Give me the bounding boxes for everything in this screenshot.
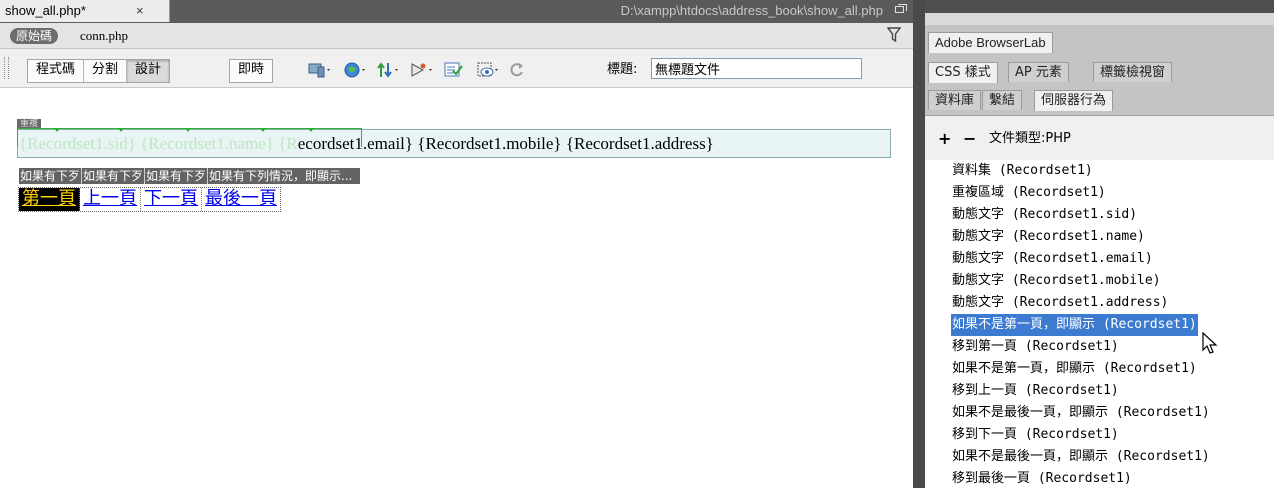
remove-behavior-icon[interactable]: − bbox=[963, 129, 976, 148]
panel-divider[interactable] bbox=[913, 0, 925, 488]
code-view-button[interactable]: 程式碼 bbox=[28, 60, 85, 82]
behavior-item[interactable]: 如果不是最後一頁，即顯示 (Recordset1) bbox=[951, 402, 1211, 424]
show-if-tab[interactable]: 如果有下歹 bbox=[19, 168, 81, 184]
browserlab-tab-strip: Adobe BrowserLab bbox=[925, 25, 1274, 59]
mouse-cursor-icon bbox=[1202, 332, 1218, 354]
behavior-item[interactable]: 動態文字 (Recordset1.email) bbox=[951, 248, 1154, 270]
column-marker bbox=[118, 128, 124, 132]
behavior-item[interactable]: 如果不是最後一頁，即顯示 (Recordset1) bbox=[951, 446, 1211, 468]
server-behaviors-toolbar: + − 文件類型:PHP bbox=[925, 116, 1274, 160]
tab-browserlab[interactable]: Adobe BrowserLab bbox=[928, 32, 1053, 53]
behavior-item[interactable]: 動態文字 (Recordset1.address) bbox=[951, 292, 1169, 314]
title-input[interactable] bbox=[651, 58, 862, 79]
related-files-bar: 原始碼 conn.php bbox=[0, 23, 913, 49]
next-page-link[interactable]: 下一頁 bbox=[141, 188, 202, 211]
database-tab-strip: 資料庫 繫結 伺服器行為 bbox=[925, 86, 1274, 116]
first-page-link[interactable]: 第一頁 bbox=[19, 188, 80, 211]
split-view-button[interactable]: 分割 bbox=[84, 60, 128, 82]
title-label: 標題: bbox=[607, 62, 638, 77]
preview-browser-icon[interactable] bbox=[343, 61, 367, 79]
show-if-tab[interactable]: 如果有下歹 bbox=[81, 168, 144, 184]
multiscreen-icon[interactable] bbox=[308, 61, 332, 79]
live-view-button[interactable]: 即時 bbox=[229, 59, 274, 83]
document-toolbar: 程式碼 分割 設計 即時 標題: 無標題文件 bbox=[0, 49, 913, 88]
show-if-tab[interactable]: 如果有下列情況，即顯示... bbox=[207, 168, 359, 184]
column-marker bbox=[260, 128, 266, 132]
last-page-link[interactable]: 最後一頁 bbox=[202, 188, 280, 211]
behavior-item[interactable]: 動態文字 (Recordset1.name) bbox=[951, 226, 1146, 248]
tab-css-styles[interactable]: CSS 樣式 bbox=[928, 62, 998, 83]
toolbar-grip[interactable] bbox=[4, 57, 9, 79]
document-tab-bar: show_all.php* × D:\xampp\htdocs\address_… bbox=[0, 0, 913, 24]
filter-icon[interactable] bbox=[887, 26, 901, 44]
refresh-icon[interactable] bbox=[507, 61, 531, 79]
visual-aids-icon[interactable] bbox=[476, 61, 500, 79]
previous-page-link[interactable]: 上一頁 bbox=[80, 188, 141, 211]
debug-icon[interactable] bbox=[410, 61, 434, 79]
table-outline[interactable] bbox=[17, 128, 362, 147]
document-path: D:\xampp\htdocs\address_book\show_all.ph… bbox=[620, 3, 883, 18]
document-tab-title: show_all.php* bbox=[5, 3, 86, 18]
tab-databases[interactable]: 資料庫 bbox=[928, 90, 982, 110]
behavior-item[interactable]: 移到上一頁 (Recordset1) bbox=[951, 380, 1120, 402]
behavior-item[interactable]: 資料集 (Recordset1) bbox=[951, 160, 1094, 182]
behavior-item[interactable]: 移到最後一頁 (Recordset1) bbox=[951, 468, 1133, 490]
close-icon[interactable]: × bbox=[136, 0, 144, 22]
related-file-conn[interactable]: conn.php bbox=[80, 27, 128, 45]
restore-window-icon[interactable] bbox=[895, 4, 907, 13]
design-canvas[interactable]: 重複 {Recordset1.sid} {Recordset1.name} {R… bbox=[0, 88, 913, 488]
recordset-navigation: 第一頁 上一頁 下一頁 最後一頁 bbox=[18, 187, 281, 212]
behavior-item[interactable]: 動態文字 (Recordset1.mobile) bbox=[951, 270, 1162, 292]
tab-ap-elements[interactable]: AP 元素 bbox=[1008, 62, 1069, 82]
css-tab-strip: CSS 樣式 AP 元素 標籤檢視窗 bbox=[925, 58, 1274, 87]
view-button-group: 程式碼 分割 設計 bbox=[27, 59, 171, 83]
column-marker bbox=[54, 128, 60, 132]
show-if-tab[interactable]: 如果有下歹 bbox=[144, 168, 207, 184]
repeat-region[interactable]: {Recordset1.sid} {Recordset1.name} {Reco… bbox=[17, 128, 891, 158]
behavior-item[interactable]: 重複區域 (Recordset1) bbox=[951, 182, 1107, 204]
behavior-item-selected[interactable]: 如果不是第一頁，即顯示 (Recordset1) bbox=[951, 314, 1198, 336]
behavior-item[interactable]: 如果不是第一頁，即顯示 (Recordset1) bbox=[951, 358, 1198, 380]
file-management-icon[interactable] bbox=[376, 61, 400, 79]
show-if-region-bar: 如果有下歹 如果有下歹 如果有下歹 如果有下列情況，即顯示... bbox=[19, 168, 360, 184]
tab-bindings[interactable]: 繫結 bbox=[982, 90, 1023, 110]
behavior-item[interactable]: 動態文字 (Recordset1.sid) bbox=[951, 204, 1138, 226]
panel-dock-header bbox=[925, 0, 1274, 13]
design-view-button[interactable]: 設計 bbox=[127, 60, 170, 82]
column-marker bbox=[185, 128, 191, 132]
check-page-icon[interactable] bbox=[444, 61, 468, 79]
document-tab[interactable]: show_all.php* × bbox=[0, 0, 170, 22]
server-behaviors-list: 資料集 (Recordset1) 重複區域 (Recordset1) 動態文字 (R… bbox=[925, 160, 1274, 488]
tab-tag-inspector[interactable]: 標籤檢視窗 bbox=[1093, 62, 1173, 82]
behavior-item[interactable]: 移到第一頁 (Recordset1) bbox=[951, 336, 1120, 358]
document-type-label: 文件類型:PHP bbox=[989, 131, 1071, 146]
add-behavior-icon[interactable]: + bbox=[938, 129, 951, 148]
document-window: show_all.php* × D:\xampp\htdocs\address_… bbox=[0, 0, 913, 488]
column-marker bbox=[308, 128, 314, 132]
panel-dock: Adobe BrowserLab CSS 樣式 AP 元素 標籤檢視窗 資料庫 … bbox=[925, 0, 1274, 488]
source-code-button[interactable]: 原始碼 bbox=[10, 28, 59, 44]
behavior-item[interactable]: 移到下一頁 (Recordset1) bbox=[951, 424, 1120, 446]
tab-server-behaviors[interactable]: 伺服器行為 bbox=[1034, 90, 1114, 111]
